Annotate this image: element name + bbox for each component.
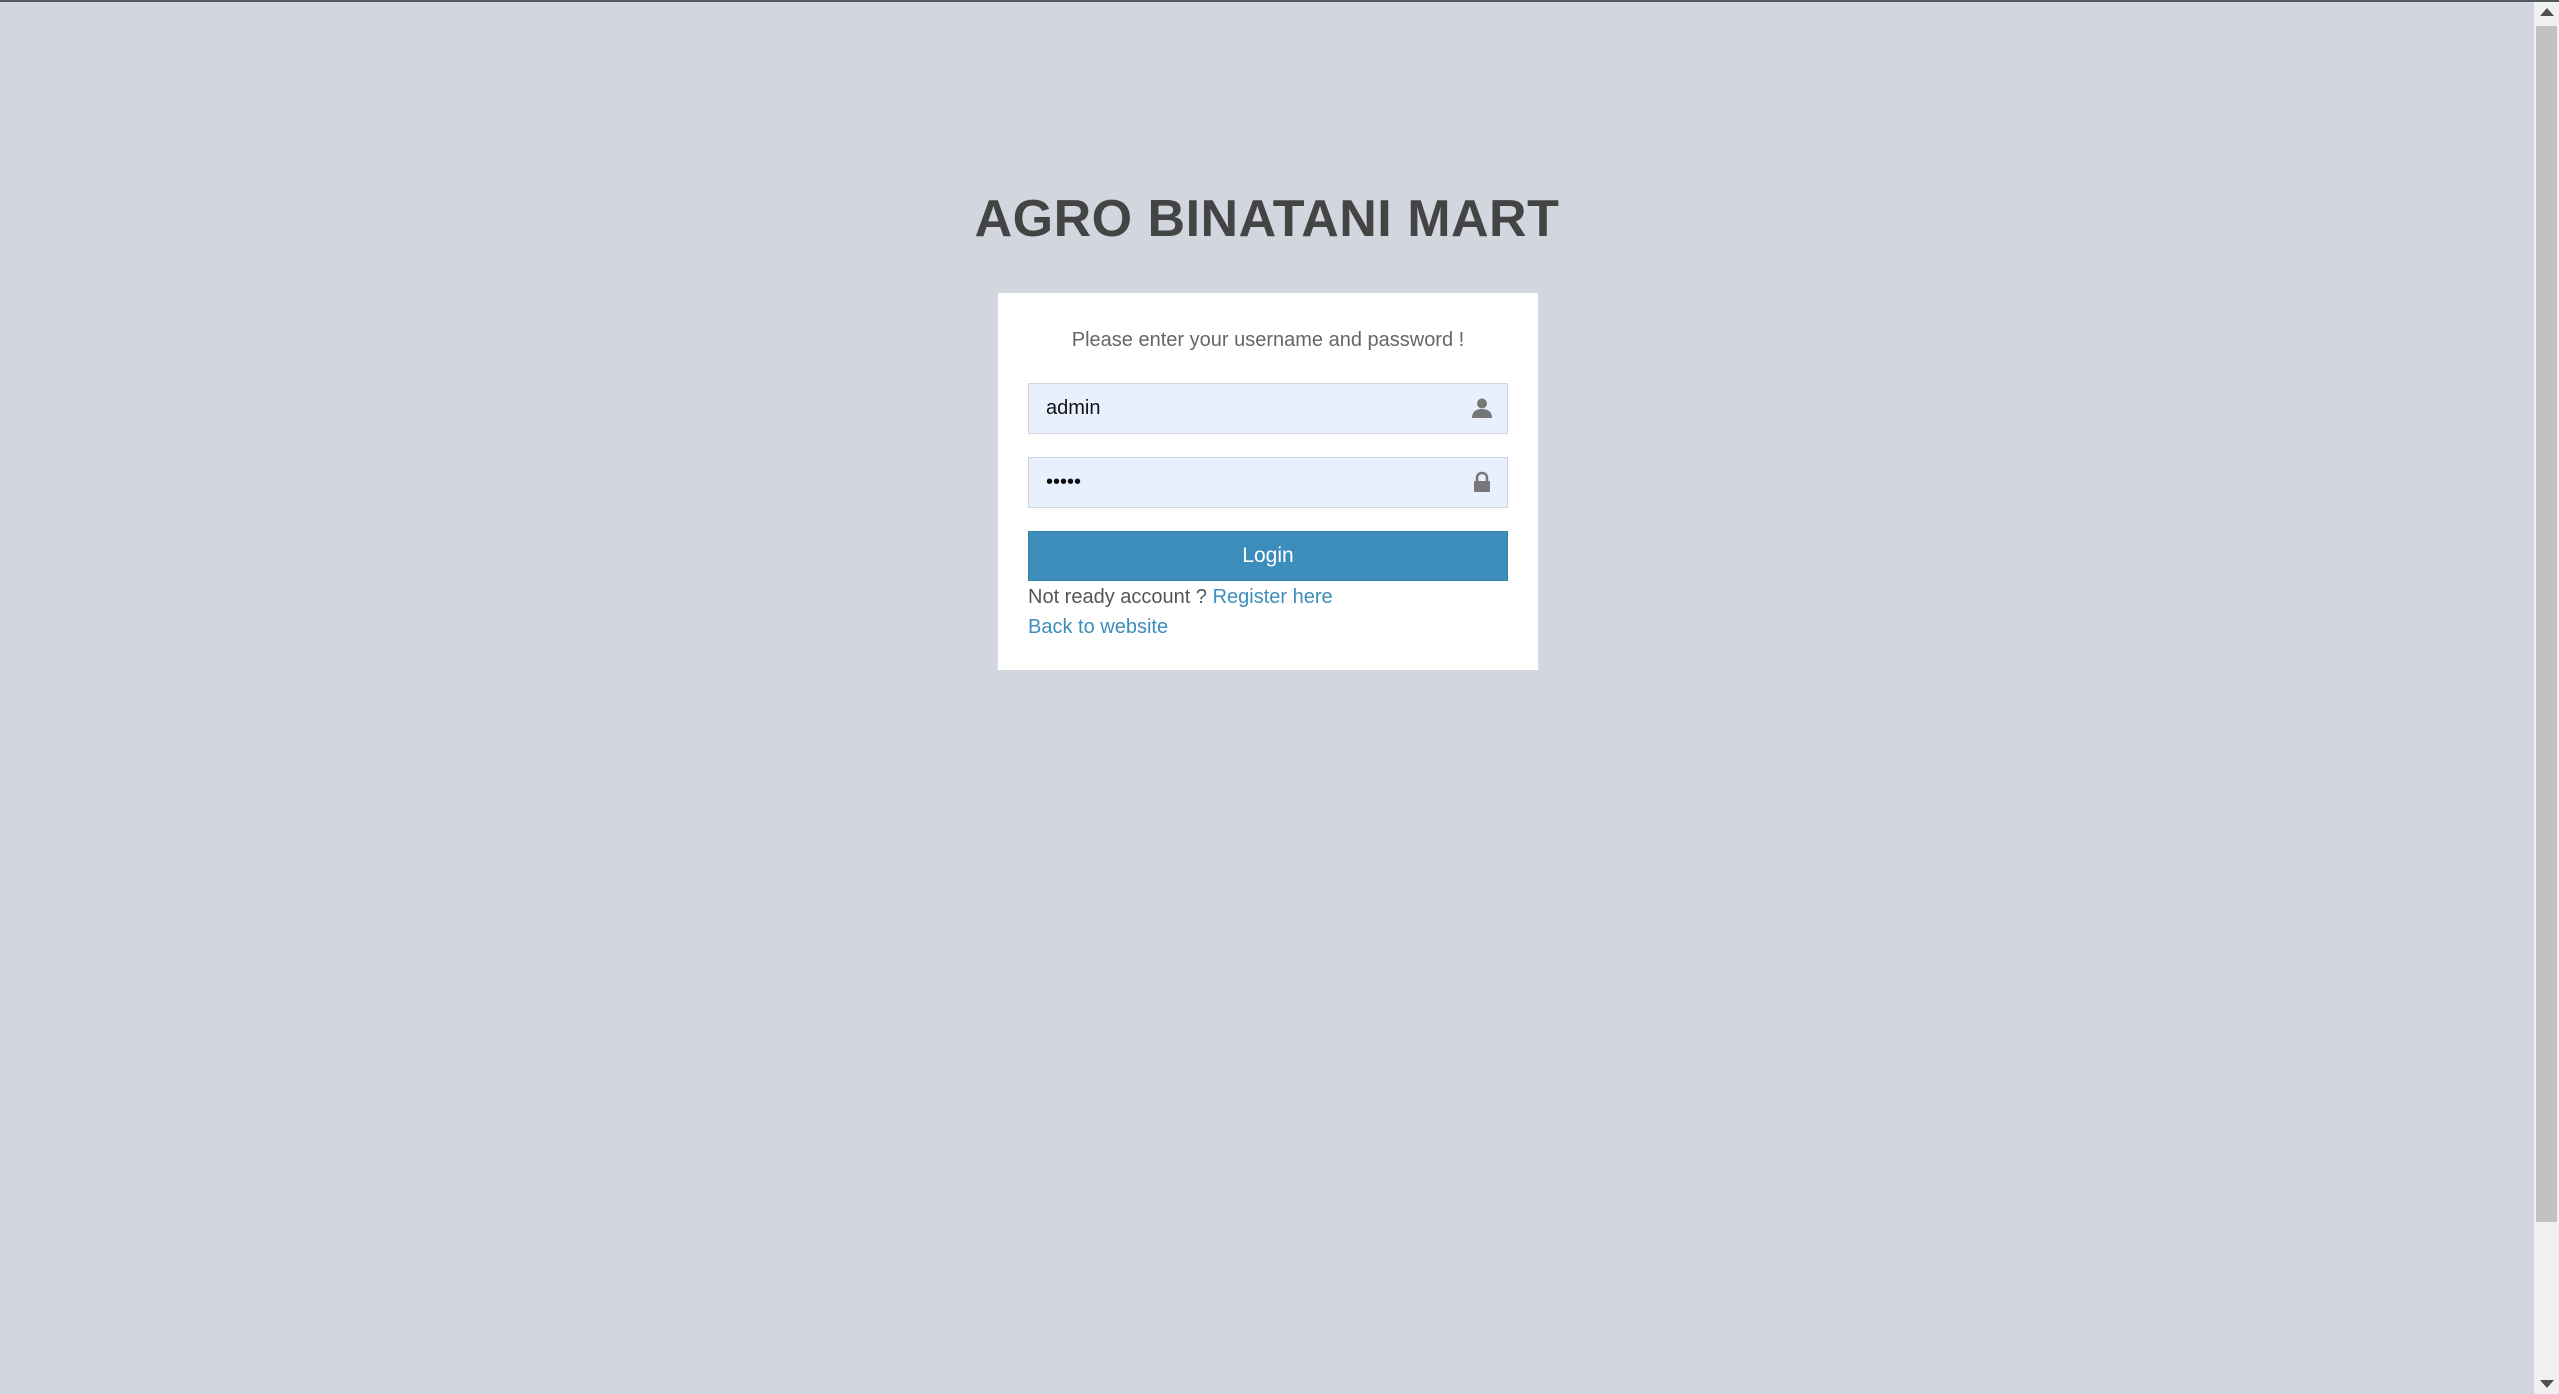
username-field[interactable] bbox=[1028, 383, 1508, 434]
password-input[interactable] bbox=[1029, 458, 1449, 507]
register-prompt: Not ready account ? bbox=[1028, 586, 1207, 608]
register-line: Not ready account ? Register here bbox=[1028, 580, 1333, 614]
user-icon bbox=[1470, 396, 1494, 420]
back-line: Back to website bbox=[1028, 610, 1168, 644]
password-field[interactable] bbox=[1028, 457, 1508, 508]
login-box: Please enter your username and password … bbox=[998, 293, 1538, 670]
username-input[interactable] bbox=[1029, 384, 1449, 433]
back-to-website-link[interactable]: Back to website bbox=[1028, 616, 1168, 638]
login-message: Please enter your username and password … bbox=[1071, 329, 1465, 351]
scroll-thumb[interactable] bbox=[2536, 26, 2557, 1222]
login-button[interactable]: Login bbox=[1028, 531, 1508, 581]
register-link[interactable]: Register here bbox=[1213, 586, 1333, 608]
scroll-down-icon[interactable] bbox=[2540, 1380, 2554, 1388]
scroll-up-icon[interactable] bbox=[2540, 8, 2554, 16]
vertical-scrollbar[interactable] bbox=[2534, 2, 2559, 1394]
page-title: AGRO BINATANI MART bbox=[974, 190, 1560, 248]
lock-icon bbox=[1470, 470, 1494, 494]
